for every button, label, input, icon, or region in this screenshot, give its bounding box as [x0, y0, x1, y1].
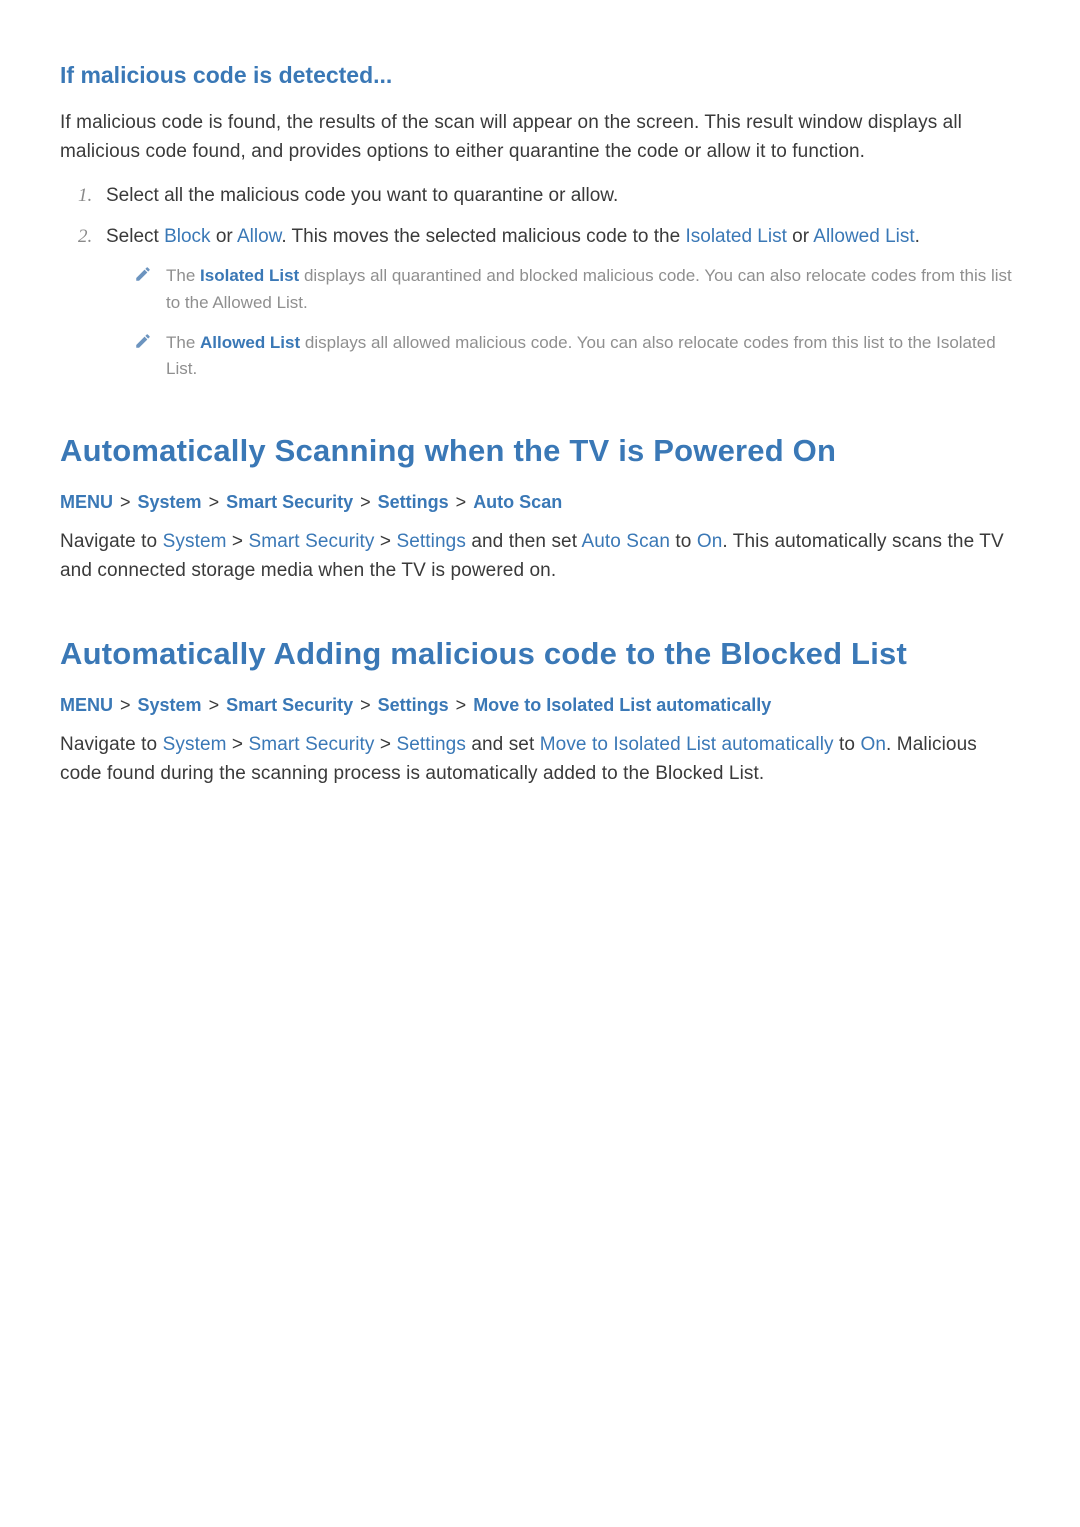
keyword-allow: Allow	[237, 226, 281, 247]
keyword-move-to-isolated: Move to Isolated List automatically	[540, 734, 834, 755]
section-malicious-detected: If malicious code is detected... If mali…	[60, 58, 1020, 383]
intro-paragraph: If malicious code is found, the results …	[60, 108, 1020, 167]
bc-item: Settings	[378, 695, 449, 715]
chevron-right-icon: >	[449, 492, 474, 512]
text-fragment: >	[375, 734, 397, 755]
step-2-number: 2.	[78, 222, 92, 251]
keyword-isolated-list: Isolated List	[200, 266, 299, 285]
keyword-isolated-list: Isolated List	[685, 226, 786, 247]
bc-item: MENU	[60, 492, 113, 512]
chevron-right-icon: >	[202, 695, 227, 715]
breadcrumb-auto-scan: MENU > System > Smart Security > Setting…	[60, 489, 1020, 517]
pencil-icon	[134, 332, 152, 350]
heading-malicious: If malicious code is detected...	[60, 58, 1020, 94]
paragraph-auto-scan: Navigate to System > Smart Security > Se…	[60, 527, 1020, 586]
keyword-smart-security: Smart Security	[249, 531, 375, 552]
section-auto-block: Automatically Adding malicious code to t…	[60, 630, 1020, 789]
chevron-right-icon: >	[353, 492, 378, 512]
paragraph-auto-block: Navigate to System > Smart Security > Se…	[60, 730, 1020, 789]
text-fragment: >	[227, 734, 249, 755]
ordered-steps: 1. Select all the malicious code you wan…	[78, 181, 1020, 383]
breadcrumb-auto-block: MENU > System > Smart Security > Setting…	[60, 692, 1020, 720]
keyword-on: On	[697, 531, 723, 552]
text-fragment: >	[375, 531, 397, 552]
text-fragment: Select	[106, 226, 164, 247]
keyword-block: Block	[164, 226, 210, 247]
text-fragment: or	[787, 226, 813, 247]
keyword-allowed-list: Allowed List	[200, 333, 300, 352]
bc-item: Smart Security	[226, 695, 353, 715]
step-1-number: 1.	[78, 181, 92, 210]
step-2-text: Select Block or Allow. This moves the se…	[106, 226, 920, 247]
text-fragment: Navigate to	[60, 531, 163, 552]
keyword-settings: Settings	[396, 734, 465, 755]
bc-item: System	[138, 492, 202, 512]
chevron-right-icon: >	[449, 695, 474, 715]
text-fragment: .	[915, 226, 920, 247]
chevron-right-icon: >	[113, 695, 138, 715]
text-fragment: >	[227, 531, 249, 552]
keyword-smart-security: Smart Security	[249, 734, 375, 755]
step-1-text: Select all the malicious code you want t…	[106, 185, 618, 206]
keyword-settings: Settings	[396, 531, 465, 552]
keyword-on: On	[860, 734, 886, 755]
text-fragment: or	[211, 226, 237, 247]
text-fragment: Navigate to	[60, 734, 163, 755]
bc-item: Settings	[378, 492, 449, 512]
bc-item: Smart Security	[226, 492, 353, 512]
heading-auto-scan: Automatically Scanning when the TV is Po…	[60, 427, 1020, 475]
note-allowed: The Allowed List displays all allowed ma…	[134, 330, 1020, 383]
step-1: 1. Select all the malicious code you wan…	[78, 181, 1020, 210]
text-fragment: to	[834, 734, 861, 755]
step-2: 2. Select Block or Allow. This moves the…	[78, 222, 1020, 383]
text-fragment: to	[670, 531, 697, 552]
chevron-right-icon: >	[113, 492, 138, 512]
section-auto-scan: Automatically Scanning when the TV is Po…	[60, 427, 1020, 586]
heading-auto-block: Automatically Adding malicious code to t…	[60, 630, 1020, 678]
text-fragment: . This moves the selected malicious code…	[281, 226, 685, 247]
bc-item: MENU	[60, 695, 113, 715]
chevron-right-icon: >	[202, 492, 227, 512]
text-fragment: and set	[466, 734, 540, 755]
notes: The Isolated List displays all quarantin…	[134, 263, 1020, 382]
note-isolated: The Isolated List displays all quarantin…	[134, 263, 1020, 316]
bc-item: Move to Isolated List automatically	[473, 695, 771, 715]
keyword-auto-scan: Auto Scan	[581, 531, 670, 552]
keyword-system: System	[163, 734, 227, 755]
bc-item: System	[138, 695, 202, 715]
bc-item: Auto Scan	[473, 492, 562, 512]
keyword-allowed-list: Allowed List	[813, 226, 914, 247]
text-fragment: The	[166, 266, 200, 285]
text-fragment: and then set	[466, 531, 582, 552]
pencil-icon	[134, 265, 152, 283]
chevron-right-icon: >	[353, 695, 378, 715]
text-fragment: The	[166, 333, 200, 352]
keyword-system: System	[163, 531, 227, 552]
